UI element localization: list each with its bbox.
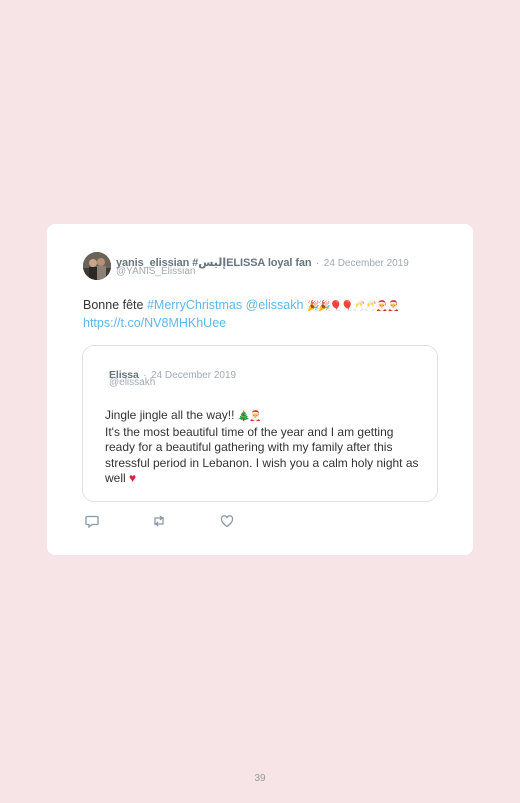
tweet-date[interactable]: 24 December 2019	[324, 258, 409, 269]
reply-icon[interactable]	[84, 513, 100, 529]
avatar-image	[83, 252, 111, 280]
mention-link[interactable]: @elissakh	[246, 298, 304, 312]
tweet-url-link[interactable]: https://t.co/NV8MHKhUee	[83, 316, 226, 330]
tweet-card: yanis_elissian #إليسELISSA loyal fan · 2…	[47, 224, 473, 555]
quoted-line1-emojis: 🎄🎅	[237, 411, 262, 422]
hashtag-link[interactable]: #MerryChristmas	[147, 298, 242, 312]
separator-dot: ·	[316, 258, 320, 269]
page-number: 39	[254, 773, 266, 784]
quoted-text: Jingle jingle all the way!! 🎄🎅 It's the …	[105, 408, 425, 487]
quoted-body: It's the most beautiful time of the year…	[105, 424, 419, 486]
quoted-tweet[interactable]: Elissa · 24 December 2019 @elissakh Jing…	[82, 345, 438, 502]
tweet-emojis: 🎉🎉🎈🎈🥂🥂🎅🎅	[306, 301, 400, 312]
retweet-icon[interactable]	[151, 513, 167, 529]
heart-icon[interactable]	[219, 513, 235, 529]
author-handle[interactable]: @YANIS_Elissian	[116, 266, 195, 277]
heart-emoji-icon: ♥	[129, 471, 137, 485]
tweet-text: Bonne fête #MerryChristmas @elissakh 🎉🎉🎈…	[83, 297, 453, 331]
tweet-text-prefix: Bonne fête	[83, 298, 147, 312]
quoted-author-handle[interactable]: @elissakh	[109, 377, 155, 388]
quoted-date[interactable]: 24 December 2019	[151, 370, 236, 381]
avatar[interactable]	[83, 252, 111, 280]
quoted-line1: Jingle jingle all the way!!	[105, 408, 238, 422]
